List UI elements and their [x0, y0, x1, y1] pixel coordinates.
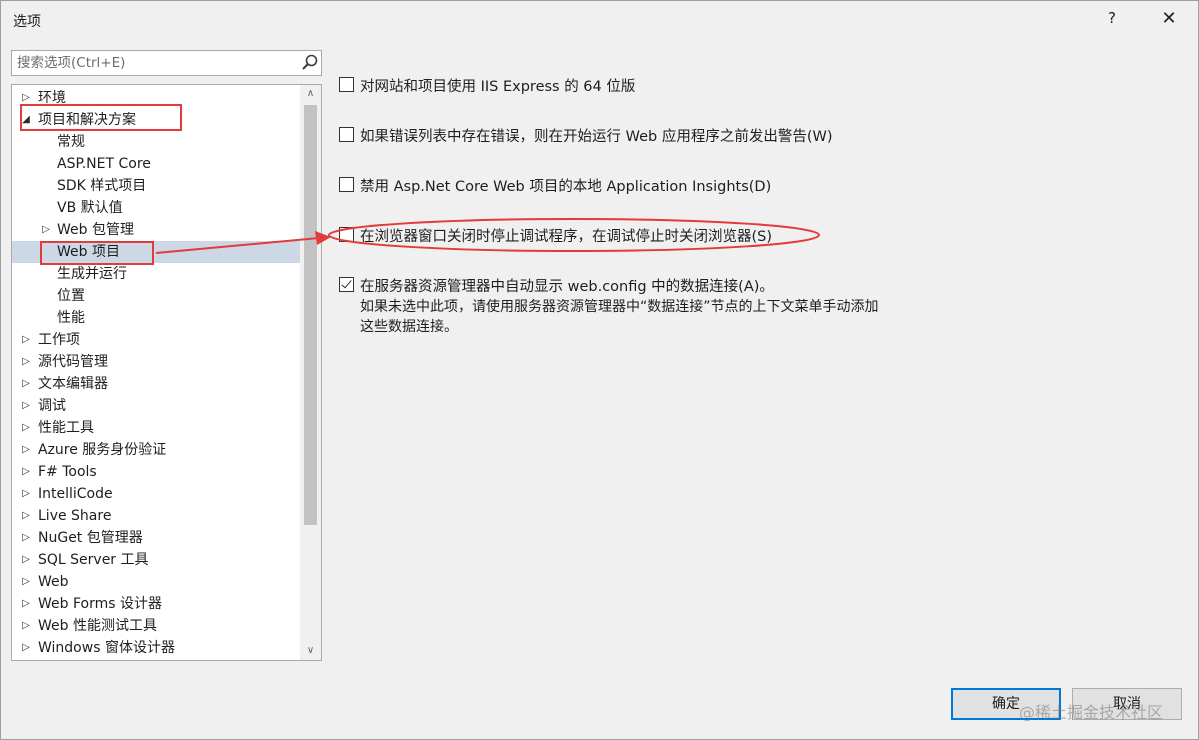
tree-item-label: Web Forms 设计器 [38, 596, 162, 612]
tree-item[interactable]: 常规 [12, 131, 300, 153]
tree-item-label: 调试 [38, 398, 66, 414]
options-tree: ▷ 环境 ◢ 项目和解决方案 常规 ASP.NET Core SDK 样式项目 VB 默认值 ▷… [11, 84, 322, 661]
help-button[interactable]: ? [1101, 9, 1123, 31]
tree-item[interactable]: ▷ Web 性能测试工具 [12, 615, 300, 637]
option-label[interactable]: 在服务器资源管理器中自动显示 web.config 中的数据连接(A)。 [360, 275, 774, 296]
tree-item[interactable]: ▷ Web Forms 设计器 [12, 593, 300, 615]
tree-item[interactable]: 位置 [12, 285, 300, 307]
collapsed-arrow-icon[interactable]: ▷ [20, 571, 32, 593]
option-checkbox[interactable] [339, 227, 354, 242]
option-checkbox[interactable] [339, 77, 354, 92]
collapsed-arrow-icon[interactable]: ▷ [20, 637, 32, 659]
tree-scrollbar[interactable]: ∧ ∨ [300, 85, 321, 660]
collapsed-arrow-icon[interactable]: ▷ [20, 395, 32, 417]
tree-item-label: 常规 [57, 134, 85, 150]
tree-item[interactable]: ▷ Windows 窗体设计器 [12, 637, 300, 659]
collapsed-arrow-icon[interactable]: ▷ [20, 373, 32, 395]
tree-item[interactable]: ▷ 调试 [12, 395, 300, 417]
option-description: 如果未选中此项，请使用服务器资源管理器中“数据连接”节点的上下文菜单手动添加 [360, 299, 879, 315]
tree-list: ▷ 环境 ◢ 项目和解决方案 常规 ASP.NET Core SDK 样式项目 VB 默认值 ▷… [12, 87, 300, 659]
tree-item[interactable]: ▷ Web [12, 571, 300, 593]
tree-item-label: Web 包管理 [57, 222, 134, 238]
tree-item[interactable]: ▷ Live Share [12, 505, 300, 527]
tree-item-label: NuGet 包管理器 [38, 530, 143, 546]
collapsed-arrow-icon[interactable]: ▷ [20, 329, 32, 351]
tree-item-label: Windows 窗体设计器 [38, 640, 175, 656]
tree-item-label: Azure 服务身份验证 [38, 442, 167, 458]
tree-item-label: VB 默认值 [57, 200, 123, 216]
collapsed-arrow-icon[interactable]: ▷ [20, 483, 32, 505]
option-label[interactable]: 在浏览器窗口关闭时停止调试程序，在调试停止时关闭浏览器(S) [360, 225, 772, 246]
tree-item[interactable]: ▷ 源代码管理 [12, 351, 300, 373]
option-description: 这些数据连接。 [360, 319, 458, 335]
tree-item-label: 性能工具 [38, 420, 94, 436]
close-button[interactable]: ✕ [1157, 8, 1181, 32]
tree-item[interactable]: SDK 样式项目 [12, 175, 300, 197]
tree-item[interactable]: ▷ IntelliCode [12, 483, 300, 505]
collapsed-arrow-icon[interactable]: ▷ [20, 549, 32, 571]
collapsed-arrow-icon[interactable]: ▷ [40, 219, 52, 241]
collapsed-arrow-icon[interactable]: ▷ [20, 461, 32, 483]
option-label[interactable]: 如果错误列表中存在错误，则在开始运行 Web 应用程序之前发出警告(W) [360, 125, 832, 146]
tree-item[interactable]: ▷ 文本编辑器 [12, 373, 300, 395]
search-box [11, 50, 322, 76]
tree-item[interactable]: ▷ Azure 服务身份验证 [12, 439, 300, 461]
tree-item-label: Live Share [38, 508, 112, 524]
collapsed-arrow-icon[interactable]: ▷ [20, 439, 32, 461]
collapsed-arrow-icon[interactable]: ▷ [20, 505, 32, 527]
tree-item[interactable]: ▷ 性能工具 [12, 417, 300, 439]
option-checkbox[interactable] [339, 127, 354, 142]
collapsed-arrow-icon[interactable]: ▷ [20, 615, 32, 637]
tree-item[interactable]: 性能 [12, 307, 300, 329]
tree-item-label: ASP.NET Core [57, 156, 151, 172]
tree-item[interactable]: VB 默认值 [12, 197, 300, 219]
tree-item-label: SDK 样式项目 [57, 178, 147, 194]
tree-item-label: IntelliCode [38, 486, 113, 502]
scroll-thumb[interactable] [304, 105, 317, 525]
tree-item-label: Web [38, 574, 69, 590]
collapsed-arrow-icon[interactable]: ▷ [20, 593, 32, 615]
window-title: 选项 [13, 14, 41, 30]
tree-item[interactable]: ▷ F# Tools [12, 461, 300, 483]
collapsed-arrow-icon[interactable]: ▷ [20, 351, 32, 373]
tree-item-label: SQL Server 工具 [38, 552, 149, 568]
watermark: @稀土掘金技术社区 [1019, 703, 1164, 722]
tree-item[interactable]: ▷ SQL Server 工具 [12, 549, 300, 571]
collapsed-arrow-icon[interactable]: ▷ [20, 527, 32, 549]
option-label[interactable]: 对网站和项目使用 IIS Express 的 64 位版 [360, 75, 635, 96]
tree-item-label: 工作项 [38, 332, 80, 348]
tree-item[interactable]: ▷ NuGet 包管理器 [12, 527, 300, 549]
option-checkbox[interactable] [339, 277, 354, 292]
tree-item[interactable]: 生成并运行 [12, 263, 300, 285]
title-bar: 选项 ? ✕ [1, 1, 1198, 39]
tree-item-label: 生成并运行 [57, 266, 127, 282]
tree-item[interactable]: ASP.NET Core [12, 153, 300, 175]
tree-item-label: Web 性能测试工具 [38, 618, 157, 634]
tree-item-label: 位置 [57, 288, 85, 304]
option-checkbox[interactable] [339, 177, 354, 192]
tree-item-label: F# Tools [38, 464, 97, 480]
option-label[interactable]: 禁用 Asp.Net Core Web 项目的本地 Application In… [360, 175, 771, 196]
highlight-box-project-solution [20, 104, 182, 131]
tree-item-label: 源代码管理 [38, 354, 108, 370]
tree-item[interactable]: ▷ 工作项 [12, 329, 300, 351]
search-icon[interactable] [300, 53, 320, 73]
scroll-up-arrow[interactable]: ∧ [300, 85, 321, 103]
tree-item-label: 性能 [57, 310, 85, 326]
highlight-box-web-project [40, 241, 154, 265]
search-input[interactable] [12, 51, 296, 75]
scroll-down-arrow[interactable]: ∨ [300, 642, 321, 660]
tree-item-label: 文本编辑器 [38, 376, 108, 392]
options-dialog: 选项 ? ✕ ▷环境◢项目和解决方案常规ASP.NET CoreSDK 样式项目… [0, 0, 1199, 740]
tree-item[interactable]: ▷ Web 包管理 [12, 219, 300, 241]
collapsed-arrow-icon[interactable]: ▷ [20, 417, 32, 439]
